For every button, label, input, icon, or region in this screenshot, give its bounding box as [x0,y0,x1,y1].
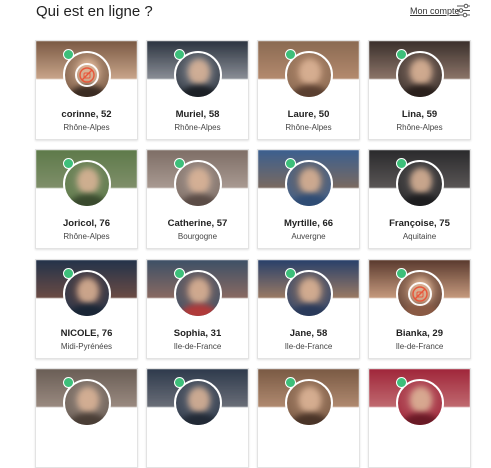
profile-card[interactable]: Joricol, 76 Rhône-Alpes [35,149,138,249]
profile-card[interactable]: Myrtille, 66 Auvergne [257,149,360,249]
profile-card[interactable]: Françoise, 75 Aquitaine [368,149,471,249]
online-status-dot [285,158,296,169]
online-status-dot [174,268,185,279]
profile-card[interactable]: Laure, 50 Rhône-Alpes [257,40,360,140]
profile-card[interactable]: Muriel, 58 Rhône-Alpes [146,40,249,140]
avatar-face [410,59,432,85]
avatar-face [299,168,321,194]
avatar-shoulders [180,194,218,206]
avatar-shoulders [402,194,440,206]
profile-name[interactable]: corinne, 52 [36,109,137,120]
profile-region: Rhône-Alpes [396,123,443,132]
avatar-face [188,59,210,85]
my-account-link[interactable]: Mon compte [410,6,460,16]
profile-name[interactable]: Bianka, 29 [369,328,470,339]
avatar-face [77,278,99,304]
avatar-shoulders [69,304,107,316]
avatar-shoulders [402,304,440,316]
profile-region: Midi-Pyrénées [60,342,113,351]
profile-card[interactable] [35,368,138,468]
avatar-shoulders [69,413,107,425]
avatar-face [188,387,210,413]
avatar-shoulders [291,194,329,206]
online-status-dot [63,268,74,279]
profile-name[interactable]: Sophia, 31 [147,328,248,339]
profile-card[interactable]: Bianka, 29 Ile-de-France [368,259,471,359]
page-title: Qui est en ligne ? [36,3,153,20]
profile-card[interactable]: Jane, 58 Ile-de-France [257,259,360,359]
avatar-face [410,168,432,194]
profile-region: Auvergne [291,232,326,241]
avatar-face [299,387,321,413]
online-status-dot [63,377,74,388]
profile-region: Ile-de-France [173,342,222,351]
profile-name[interactable]: Muriel, 58 [147,109,248,120]
online-status-dot [285,268,296,279]
profile-card[interactable]: Catherine, 57 Bourgogne [146,149,249,249]
avatar-shoulders [402,85,440,97]
profile-name[interactable]: Joricol, 76 [36,218,137,229]
profile-region: Rhône-Alpes [285,123,332,132]
profile-card[interactable]: Sophia, 31 Ile-de-France [146,259,249,359]
online-status-dot [285,49,296,60]
avatar-shoulders [69,194,107,206]
profile-card[interactable]: NICOLE, 76 Midi-Pyrénées [35,259,138,359]
avatar-face [77,387,99,413]
online-status-dot [396,268,407,279]
avatar-shoulders [291,413,329,425]
online-status-dot [396,377,407,388]
profile-name[interactable]: NICOLE, 76 [36,328,137,339]
profile-region: Ile-de-France [395,342,444,351]
avatar-shoulders [69,85,107,97]
avatar-shoulders [180,413,218,425]
online-status-dot [63,158,74,169]
avatar-shoulders [180,304,218,316]
avatar-shoulders [180,85,218,97]
profile-name[interactable]: Jane, 58 [258,328,359,339]
profile-region: Rhône-Alpes [174,123,221,132]
profile-region: Aquitaine [402,232,437,241]
profile-region: Rhône-Alpes [63,232,110,241]
profile-region: Ile-de-France [284,342,333,351]
avatar-shoulders [402,413,440,425]
profile-card[interactable]: Lina, 59 Rhône-Alpes [368,40,471,140]
profile-name[interactable]: Myrtille, 66 [258,218,359,229]
online-status-dot [174,377,185,388]
profile-name[interactable]: Catherine, 57 [147,218,248,229]
avatar-shoulders [291,85,329,97]
photo-request-icon[interactable] [408,282,432,306]
profile-name[interactable]: Laure, 50 [258,109,359,120]
profile-card[interactable] [146,368,249,468]
profile-card[interactable] [257,368,360,468]
avatar-face [299,59,321,85]
online-status-dot [396,49,407,60]
avatar-face [299,278,321,304]
profile-name[interactable]: Lina, 59 [369,109,470,120]
avatar-shoulders [291,304,329,316]
profile-region: Rhône-Alpes [63,123,110,132]
avatar-face [410,387,432,413]
page-header: Qui est en ligne ? Mon compte [0,0,491,34]
profile-card[interactable] [368,368,471,468]
online-status-dot [396,158,407,169]
profile-region: Bourgogne [177,232,218,241]
online-status-dot [63,49,74,60]
profile-card[interactable]: corinne, 52 Rhône-Alpes [35,40,138,140]
online-status-dot [174,158,185,169]
sliders-icon[interactable] [456,3,471,18]
avatar-face [77,168,99,194]
online-status-dot [174,49,185,60]
avatar-face [188,278,210,304]
online-status-dot [285,377,296,388]
photo-request-icon[interactable] [75,63,99,87]
profile-name[interactable]: Françoise, 75 [369,218,470,229]
avatar-face [188,168,210,194]
